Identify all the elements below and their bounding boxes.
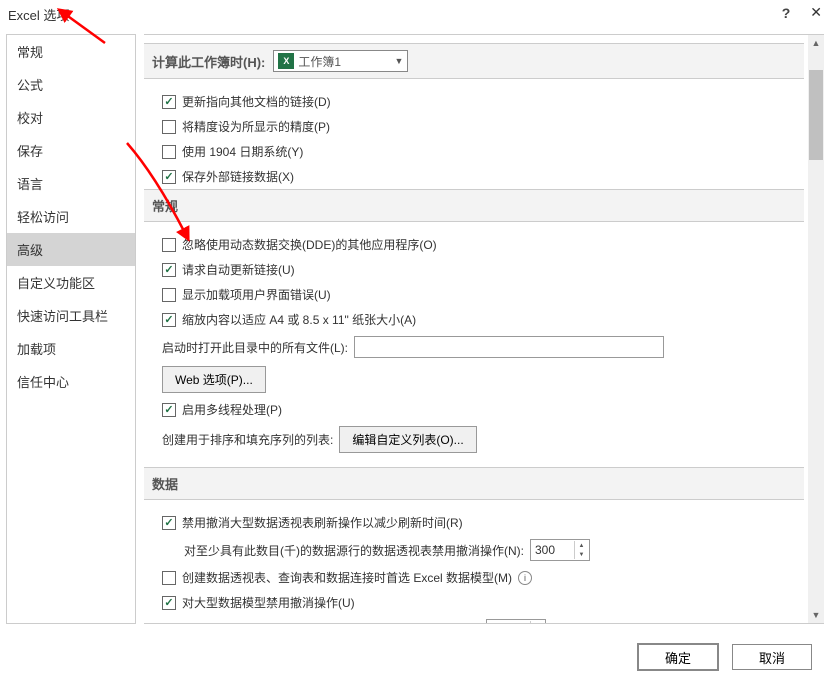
label-save-external: 保存外部链接数据(X) xyxy=(182,168,294,185)
checkbox-disable-undo-model[interactable] xyxy=(162,596,176,610)
help-button[interactable]: ? xyxy=(782,5,791,21)
scroll-up-icon[interactable]: ▲ xyxy=(808,35,824,51)
label-startup-dir: 启动时打开此目录中的所有文件(L): xyxy=(162,339,348,356)
checkbox-disable-undo-pivot[interactable] xyxy=(162,516,176,530)
excel-icon: X xyxy=(278,53,294,69)
checkbox-update-links[interactable] xyxy=(162,95,176,109)
scroll-down-icon[interactable]: ▼ xyxy=(808,607,824,623)
section-data: 数据 xyxy=(144,467,804,500)
label-scale-a4: 缩放内容以适应 A4 或 8.5 x 11" 纸张大小(A) xyxy=(182,311,416,328)
ok-button[interactable]: 确定 xyxy=(638,644,718,670)
pivot-threshold-input[interactable]: 300 ▲▼ xyxy=(530,539,590,561)
spinner-icon[interactable]: ▲▼ xyxy=(574,541,588,559)
sidebar-item-formulas[interactable]: 公式 xyxy=(7,68,135,101)
scrollbar[interactable]: ▲ ▼ xyxy=(808,35,824,623)
checkbox-save-external[interactable] xyxy=(162,170,176,184)
workbook-calc-label: 计算此工作簿时(H): xyxy=(152,52,265,71)
window-title: Excel 选项 xyxy=(8,5,69,24)
chevron-down-icon: ▼ xyxy=(394,56,403,66)
pivot-threshold-value: 300 xyxy=(535,543,555,557)
data-label: 数据 xyxy=(152,474,178,493)
sidebar-item-customize-ribbon[interactable]: 自定义功能区 xyxy=(7,266,135,299)
scroll-thumb[interactable] xyxy=(809,70,823,160)
label-pivot-threshold: 对至少具有此数目(千)的数据源行的数据透视表禁用撤消操作(N): xyxy=(184,542,524,559)
label-disable-undo-pivot: 禁用撤消大型数据透视表刷新操作以减少刷新时间(R) xyxy=(182,514,463,531)
label-ignore-dde: 忽略使用动态数据交换(DDE)的其他应用程序(O) xyxy=(182,236,437,253)
label-addin-errors: 显示加载项用户界面错误(U) xyxy=(182,286,331,303)
sidebar-item-accessibility[interactable]: 轻松访问 xyxy=(7,200,135,233)
sidebar-nav: 常规 公式 校对 保存 语言 轻松访问 高级 自定义功能区 快速访问工具栏 加载… xyxy=(6,34,136,624)
sidebar-item-quick-access[interactable]: 快速访问工具栏 xyxy=(7,299,135,332)
label-prefer-model: 创建数据透视表、查询表和数据连接时首选 Excel 数据模型(M) xyxy=(182,569,512,586)
sidebar-item-trust-center[interactable]: 信任中心 xyxy=(7,365,135,398)
checkbox-1904[interactable] xyxy=(162,145,176,159)
close-button[interactable]: ✕ xyxy=(810,4,822,21)
section-general: 常规 xyxy=(144,189,804,222)
label-model-threshold: 当模型至少为此大小(MB)时，禁用撤消数据模型操作(L): xyxy=(184,622,480,625)
sidebar-item-save[interactable]: 保存 xyxy=(7,134,135,167)
sidebar-item-general[interactable]: 常规 xyxy=(7,35,135,68)
info-icon[interactable]: i xyxy=(518,571,532,585)
checkbox-prefer-model[interactable] xyxy=(162,571,176,585)
section-workbook-calc: 计算此工作簿时(H): X 工作簿1 ▼ xyxy=(144,43,804,79)
model-threshold-value: 8 xyxy=(491,623,498,624)
dialog-footer: 确定 取消 xyxy=(0,637,830,677)
label-multithread: 启用多线程处理(P) xyxy=(182,401,282,418)
sidebar-item-advanced[interactable]: 高级 xyxy=(7,233,135,266)
content-panel: 计算此工作簿时(H): X 工作簿1 ▼ 更新指向其他文档的链接(D) 将精度设… xyxy=(144,34,824,624)
label-1904: 使用 1904 日期系统(Y) xyxy=(182,143,303,160)
label-ask-update: 请求自动更新链接(U) xyxy=(182,261,295,278)
checkbox-ask-update[interactable] xyxy=(162,263,176,277)
model-threshold-input[interactable]: 8 ▲▼ xyxy=(486,619,546,624)
web-options-button[interactable]: Web 选项(P)... xyxy=(162,366,266,393)
edit-custom-lists-button[interactable]: 编辑自定义列表(O)... xyxy=(339,426,476,453)
label-custom-lists: 创建用于排序和填充序列的列表: xyxy=(162,431,333,448)
sidebar-item-proofing[interactable]: 校对 xyxy=(7,101,135,134)
cancel-button[interactable]: 取消 xyxy=(732,644,812,670)
sidebar-item-addins[interactable]: 加载项 xyxy=(7,332,135,365)
checkbox-ignore-dde[interactable] xyxy=(162,238,176,252)
label-disable-undo-model: 对大型数据模型禁用撤消操作(U) xyxy=(182,594,355,611)
startup-dir-input[interactable] xyxy=(354,336,664,358)
checkbox-precision[interactable] xyxy=(162,120,176,134)
checkbox-addin-errors[interactable] xyxy=(162,288,176,302)
checkbox-scale-a4[interactable] xyxy=(162,313,176,327)
general-label: 常规 xyxy=(152,196,178,215)
workbook-dropdown-value: 工作簿1 xyxy=(298,53,341,70)
workbook-dropdown[interactable]: X 工作簿1 ▼ xyxy=(273,50,408,72)
sidebar-item-language[interactable]: 语言 xyxy=(7,167,135,200)
checkbox-multithread[interactable] xyxy=(162,403,176,417)
label-precision: 将精度设为所显示的精度(P) xyxy=(182,118,330,135)
spinner-icon[interactable]: ▲▼ xyxy=(530,621,544,624)
label-update-links: 更新指向其他文档的链接(D) xyxy=(182,93,331,110)
